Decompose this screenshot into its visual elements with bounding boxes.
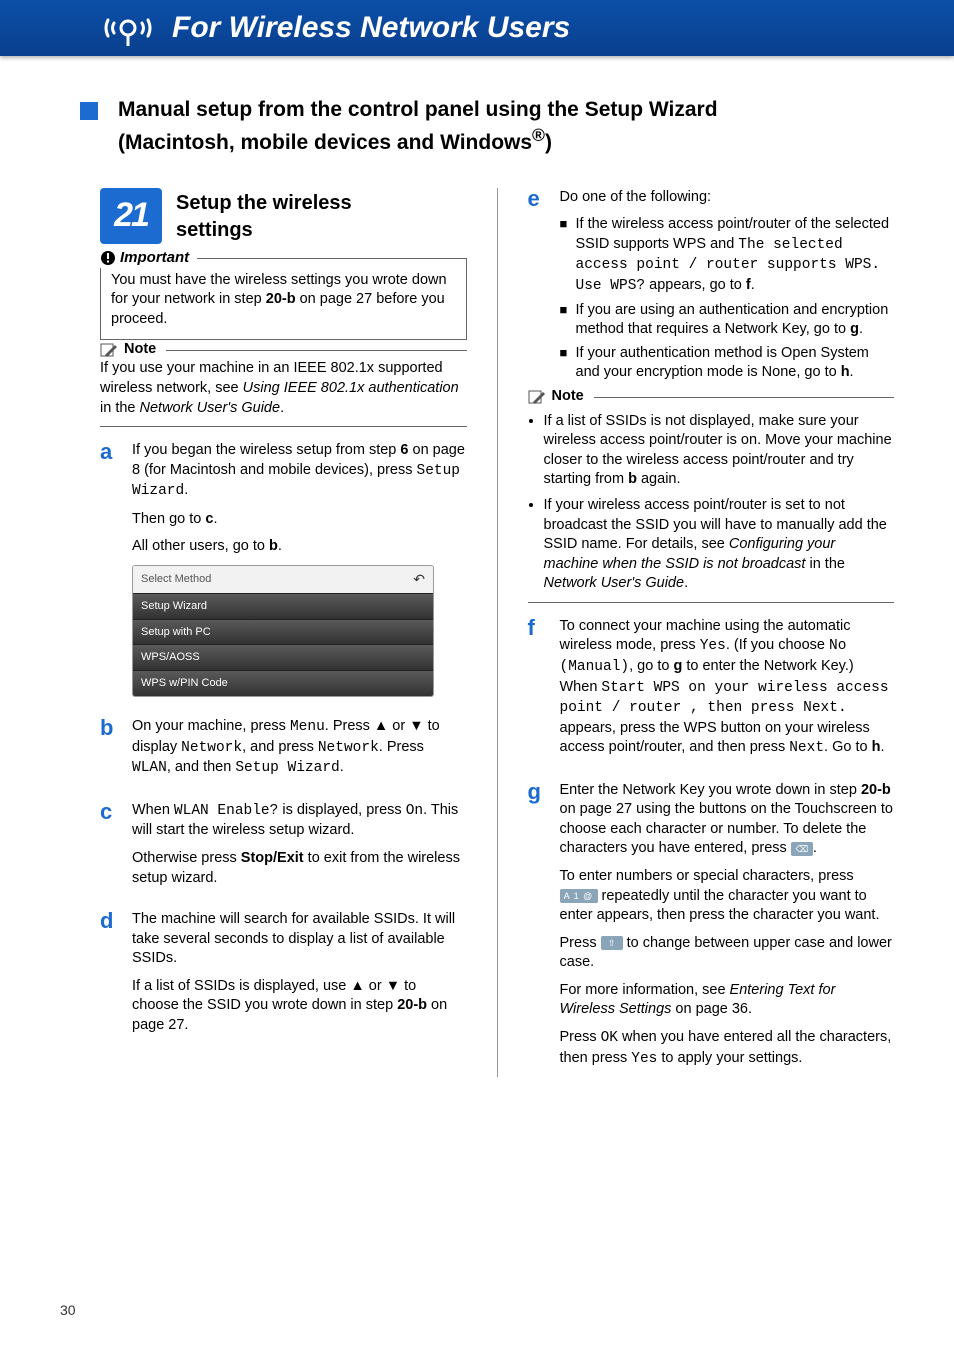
- banner-title: For Wireless Network Users: [172, 8, 570, 49]
- page-number: 30: [60, 1301, 76, 1320]
- square-bullet-icon: ■: [560, 215, 576, 296]
- note-box-1: Note If you use your machine in an IEEE …: [100, 350, 467, 427]
- column-divider: [497, 188, 498, 1077]
- step-g: g Enter the Network Key you wrote down i…: [528, 781, 895, 1077]
- step-e: e Do one of the following: ■If the wirel…: [528, 188, 895, 387]
- step-title: Setup the wireless settings: [176, 188, 352, 244]
- wireless-icon: [100, 8, 156, 48]
- page-banner: For Wireless Network Users: [0, 0, 954, 56]
- lcd-row: Setup Wizard: [133, 593, 433, 619]
- step-c: c When WLAN Enable? is displayed, press …: [100, 801, 467, 896]
- note2-list: If a list of SSIDs is not displayed, mak…: [528, 412, 895, 594]
- page-title: Manual setup from the control panel usin…: [118, 96, 718, 158]
- step-b: b On your machine, press Menu. Press ▲ o…: [100, 717, 467, 787]
- square-bullet-icon: ■: [560, 301, 576, 340]
- left-column: 21 Setup the wireless settings Important…: [100, 188, 467, 1077]
- lcd-title: Select Method: [141, 572, 211, 587]
- important-icon: [100, 250, 116, 266]
- lcd-row: WPS w/PIN Code: [133, 670, 433, 696]
- step-d: d The machine will search for available …: [100, 910, 467, 1043]
- important-body: You must have the wireless settings you …: [111, 263, 456, 330]
- square-bullet-icon: ■: [560, 344, 576, 383]
- lcd-row: Setup with PC: [133, 619, 433, 645]
- note-icon: [528, 389, 546, 405]
- lcd-screenshot: Select Method ↶ Setup Wizard Setup with …: [132, 565, 434, 697]
- step-a: a If you began the wireless setup from s…: [100, 441, 467, 703]
- important-box: Important You must have the wireless set…: [100, 258, 467, 341]
- step-21: 21 Setup the wireless settings: [100, 188, 467, 244]
- backspace-icon: ⌫: [791, 842, 813, 856]
- step-number: 21: [100, 188, 162, 244]
- note-icon: [100, 342, 118, 358]
- lcd-row: WPS/AOSS: [133, 644, 433, 670]
- title-bullet: [80, 102, 98, 120]
- note-box-2: Note If a list of SSIDs is not displayed…: [528, 397, 895, 603]
- mode-key-icon: A 1 @: [560, 889, 598, 903]
- right-column: e Do one of the following: ■If the wirel…: [528, 188, 895, 1077]
- back-icon: ↶: [413, 570, 425, 589]
- note1-body: If you use your machine in an IEEE 802.1…: [100, 351, 467, 418]
- step-f: f To connect your machine using the auto…: [528, 617, 895, 767]
- shift-icon: ⇧: [601, 936, 623, 950]
